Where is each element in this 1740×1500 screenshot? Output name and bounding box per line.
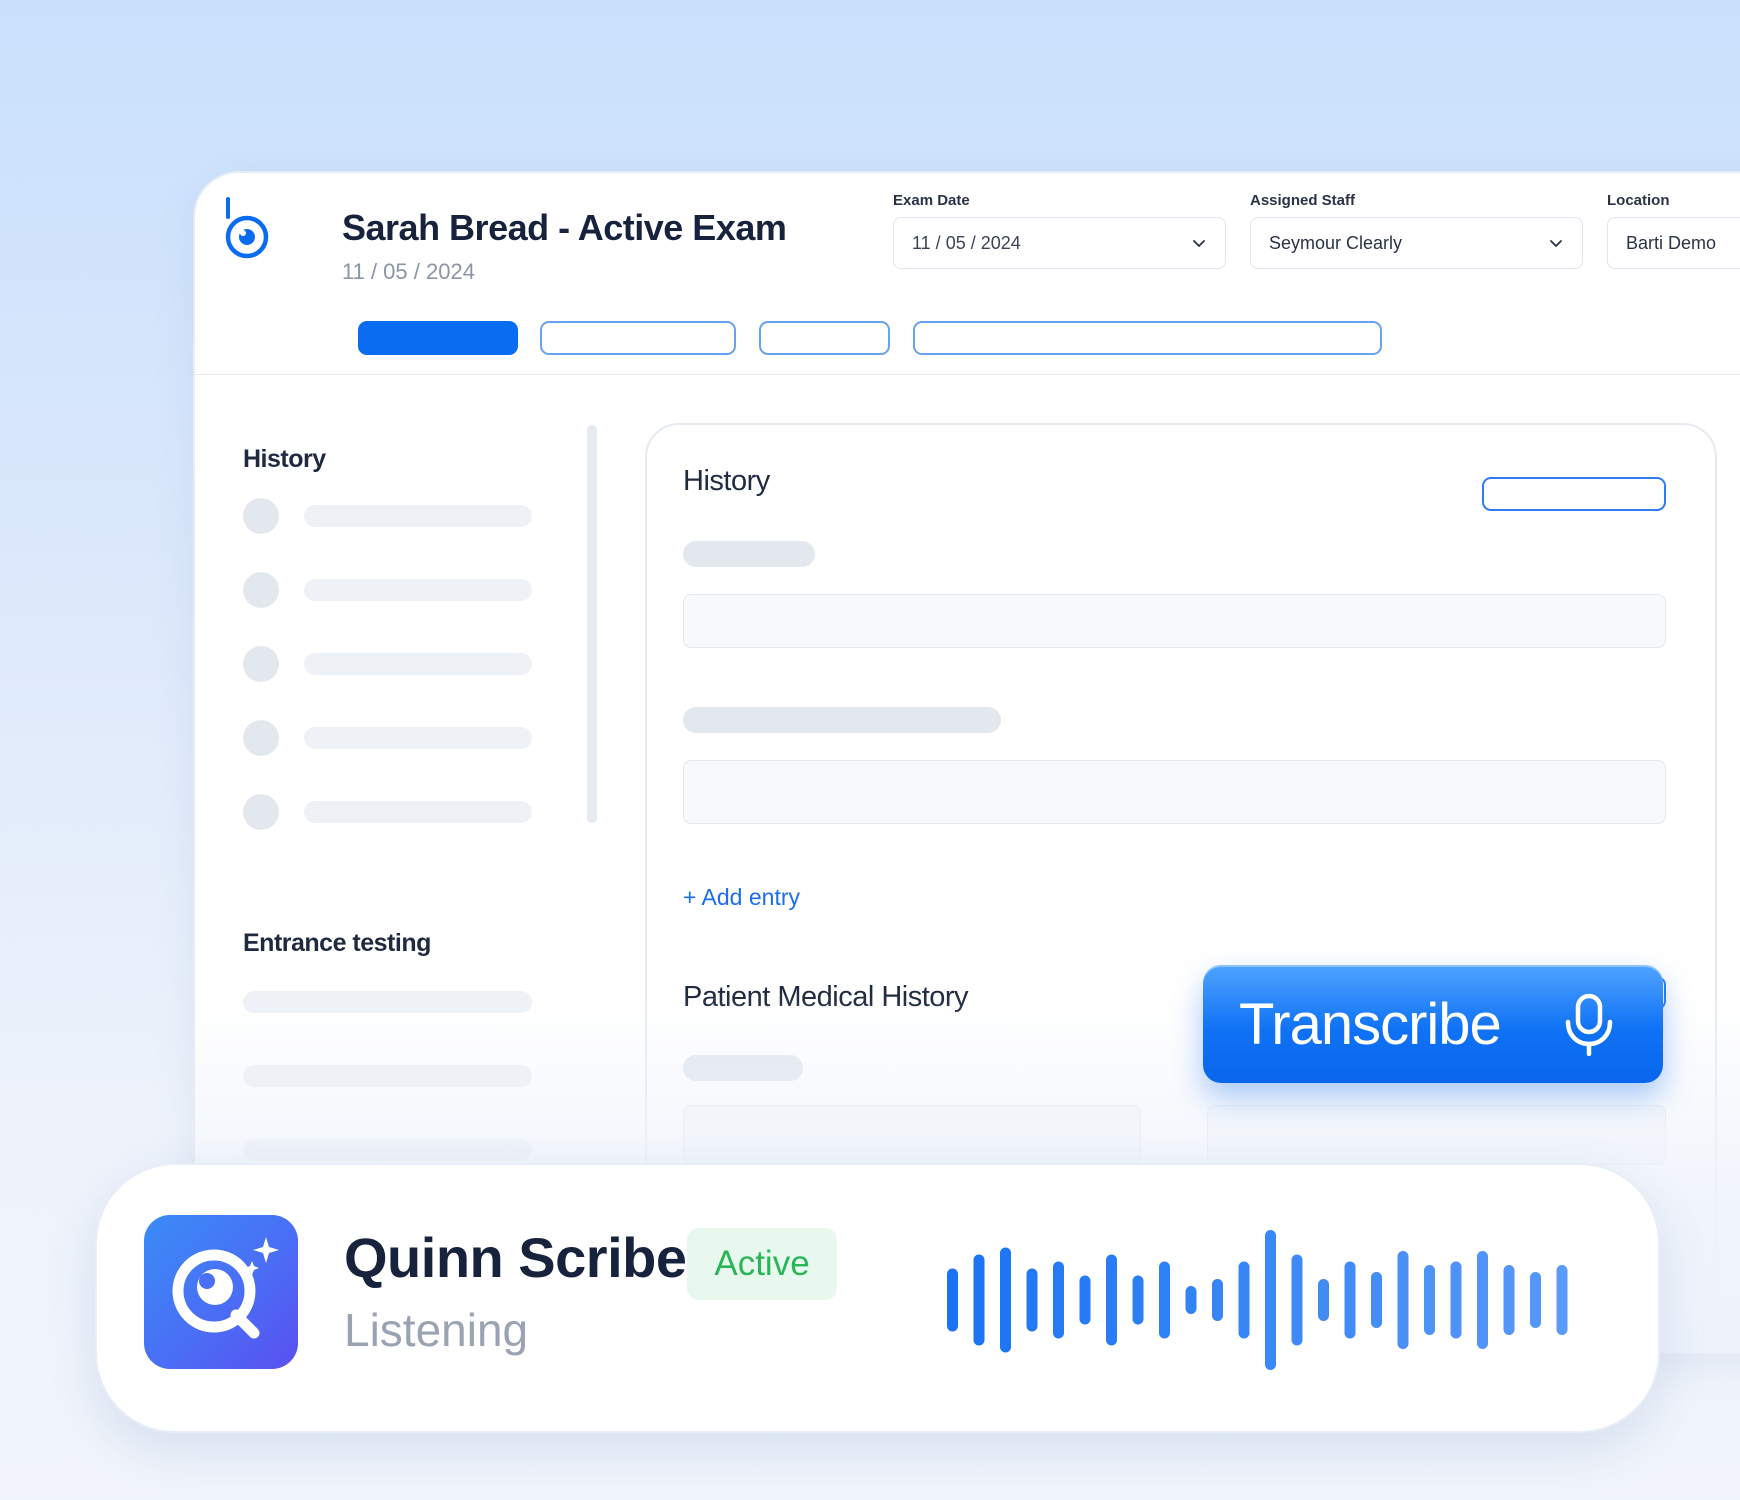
- tab-active[interactable]: [358, 321, 518, 355]
- waveform-bar: [1053, 1261, 1064, 1339]
- microphone-icon: [1565, 993, 1613, 1056]
- waveform-bar: [1530, 1272, 1541, 1328]
- page-title: Sarah Bread - Active Exam: [342, 207, 787, 248]
- sidebar-item-placeholder[interactable]: [243, 991, 532, 1013]
- sidebar-item-dot: [243, 720, 279, 756]
- add-entry-link[interactable]: + Add entry: [683, 884, 800, 911]
- audio-waveform: [947, 1230, 1568, 1370]
- tab-4[interactable]: [913, 321, 1382, 355]
- transcribe-label: Transcribe: [1239, 991, 1502, 1057]
- waveform-bar: [1397, 1251, 1409, 1349]
- waveform-bar: [1079, 1275, 1091, 1325]
- exam-date-select[interactable]: 11 / 05 / 2024: [893, 217, 1226, 269]
- quinn-scribe-card: Quinn Scribe Listening Active: [95, 1163, 1660, 1433]
- waveform-bar: [1477, 1251, 1488, 1349]
- waveform-bar: [1371, 1272, 1382, 1328]
- assigned-staff-value: Seymour Clearly: [1269, 232, 1403, 253]
- medical-history-input[interactable]: [683, 1105, 1141, 1165]
- assigned-staff-label: Assigned Staff: [1250, 192, 1356, 209]
- history-action-button[interactable]: [1482, 477, 1666, 511]
- waveform-bar: [1132, 1275, 1144, 1325]
- waveform-bar: [1106, 1254, 1117, 1346]
- sidebar-item-placeholder[interactable]: [304, 653, 532, 675]
- chevron-down-icon: [1550, 240, 1562, 247]
- scribe-name: Quinn Scribe: [344, 1226, 687, 1289]
- sidebar-item-placeholder[interactable]: [304, 579, 532, 601]
- waveform-bar: [1318, 1279, 1329, 1321]
- waveform-bar: [1212, 1279, 1223, 1321]
- assigned-staff-select[interactable]: Seymour Clearly: [1250, 217, 1583, 269]
- waveform-bar: [1026, 1268, 1038, 1332]
- exam-date-value: 11 / 05 / 2024: [912, 232, 1021, 253]
- quinn-scribe-logo-icon: [144, 1215, 298, 1369]
- sidebar-item-dot: [243, 572, 279, 608]
- field-label-placeholder: [683, 1055, 803, 1081]
- waveform-bar: [1503, 1265, 1515, 1335]
- waveform-bar: [1265, 1230, 1276, 1370]
- waveform-bar: [1450, 1261, 1462, 1339]
- tab-3[interactable]: [759, 321, 890, 355]
- field-label-placeholder: [683, 541, 815, 567]
- transcribe-button[interactable]: Transcribe: [1203, 965, 1663, 1083]
- status-badge: Active: [687, 1228, 837, 1300]
- history-heading: History: [683, 465, 770, 497]
- waveform-bar: [1185, 1286, 1197, 1314]
- waveform-bar: [1424, 1265, 1435, 1335]
- sidebar-item-dot: [243, 646, 279, 682]
- sidebar-item-placeholder[interactable]: [243, 1139, 532, 1161]
- sidebar-history-heading: History: [243, 445, 326, 473]
- sidebar-item-placeholder[interactable]: [304, 727, 532, 749]
- sidebar-item-placeholder[interactable]: [243, 1065, 532, 1087]
- exam-date-label: Exam Date: [893, 192, 970, 209]
- medical-history-input-2[interactable]: [1207, 1105, 1666, 1165]
- waveform-bar: [1000, 1247, 1011, 1353]
- exam-date-subtitle: 11 / 05 / 2024: [342, 259, 475, 284]
- field-label-placeholder: [683, 707, 1001, 733]
- waveform-bar: [947, 1268, 958, 1332]
- sidebar-item-dot: [243, 794, 279, 830]
- location-value: Barti Demo: [1626, 232, 1717, 253]
- waveform-bar: [1344, 1261, 1356, 1339]
- sidebar-item-placeholder[interactable]: [304, 801, 532, 823]
- sidebar-item-placeholder[interactable]: [304, 505, 532, 527]
- sidebar-entrance-heading: Entrance testing: [243, 929, 431, 957]
- waveform-bar: [1238, 1261, 1250, 1339]
- location-label: Location: [1607, 192, 1670, 209]
- location-select[interactable]: Barti Demo: [1607, 217, 1740, 269]
- scribe-status: Listening: [344, 1304, 529, 1356]
- history-input[interactable]: [683, 594, 1666, 648]
- header-divider: [195, 374, 1740, 375]
- tab-2[interactable]: [540, 321, 736, 355]
- chevron-down-icon: [1193, 240, 1205, 247]
- waveform-bar: [1159, 1261, 1170, 1339]
- waveform-bar: [973, 1254, 985, 1346]
- sidebar-scrollbar[interactable]: [587, 425, 597, 823]
- app-logo-icon: [225, 197, 269, 259]
- history-input-2[interactable]: [683, 760, 1666, 824]
- medical-history-heading: Patient Medical History: [683, 981, 969, 1013]
- waveform-bar: [1291, 1254, 1303, 1346]
- sidebar-item-dot: [243, 498, 279, 534]
- waveform-bar: [1556, 1265, 1568, 1335]
